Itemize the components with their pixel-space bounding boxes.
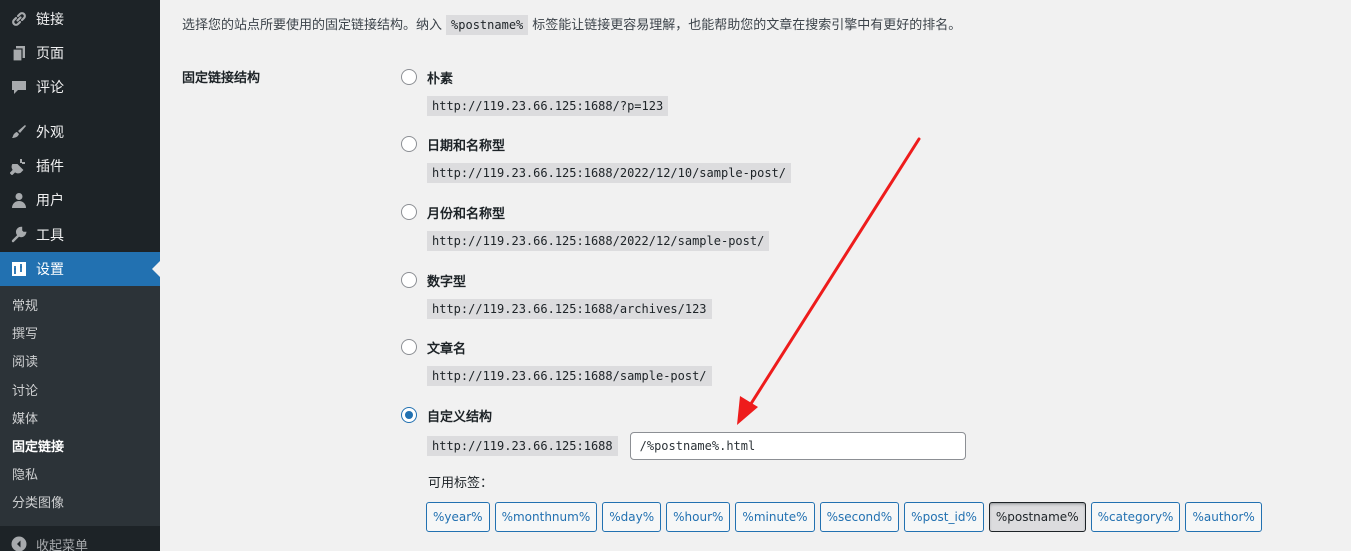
option-label: 文章名: [427, 341, 467, 357]
tag-button-year[interactable]: %year%: [426, 502, 490, 532]
option-url-example: http://119.23.66.125:1688/2022/12/10/sam…: [427, 163, 792, 183]
tag-button-day[interactable]: %day%: [602, 502, 662, 532]
menu-item-label: 用户: [36, 193, 64, 209]
available-tags-list: %year% %monthnum% %day% %hour% %minute% …: [426, 502, 1267, 532]
collapse-arrow-icon: [11, 536, 27, 551]
menu-item-tools[interactable]: 工具: [0, 218, 160, 252]
menu-item-appearance[interactable]: 外观: [0, 115, 160, 149]
option-post-name: 文章名 http://119.23.66.125:1688/sample-pos…: [401, 337, 712, 386]
option-custom-structure: 自定义结构: [401, 405, 492, 425]
tag-button-post-id[interactable]: %post_id%: [904, 502, 984, 532]
menu-item-label: 评论: [36, 80, 64, 96]
submenu-item-category-images[interactable]: 分类图像: [12, 490, 64, 518]
menu-item-users[interactable]: 用户: [0, 183, 160, 217]
settings-icon: [9, 259, 29, 279]
custom-structure-input[interactable]: [629, 432, 966, 460]
tag-button-second[interactable]: %second%: [819, 502, 900, 532]
option-url-example: http://119.23.66.125:1688/sample-post/: [427, 366, 712, 386]
brush-icon: [9, 122, 29, 142]
submenu-item-permalinks[interactable]: 固定链接: [12, 434, 64, 462]
collapse-menu-label: 收起菜单: [36, 538, 89, 551]
option-plain: 朴素 http://119.23.66.125:1688/?p=123: [401, 67, 669, 116]
option-label: 朴素: [427, 71, 454, 87]
option-url-example: http://119.23.66.125:1688/?p=123: [427, 96, 669, 116]
permalink-structure-label: 固定链接结构: [182, 71, 261, 86]
menu-item-pages[interactable]: 页面: [0, 36, 160, 70]
user-icon: [9, 190, 29, 210]
submenu-item-privacy[interactable]: 隐私: [12, 462, 38, 490]
radio-numeric[interactable]: [401, 272, 417, 288]
tag-button-postname[interactable]: %postname%: [988, 502, 1086, 532]
option-label: 日期和名称型: [427, 138, 506, 154]
option-label: 月份和名称型: [427, 206, 506, 222]
option-label: 自定义结构: [427, 409, 493, 425]
option-url-example: http://119.23.66.125:1688/archives/123: [427, 299, 712, 319]
option-day-and-name: 日期和名称型 http://119.23.66.125:1688/2022/12…: [401, 134, 792, 183]
menu-item-label: 工具: [36, 228, 64, 244]
menu-item-label: 页面: [36, 46, 64, 62]
tag-button-minute[interactable]: %minute%: [735, 502, 815, 532]
radio-custom-structure[interactable]: [401, 407, 417, 423]
submenu-item-discussion[interactable]: 讨论: [12, 378, 38, 406]
submenu-item-media[interactable]: 媒体: [12, 406, 38, 434]
link-icon: [9, 9, 29, 29]
tag-button-monthnum[interactable]: %monthnum%: [494, 502, 598, 532]
intro-text-before: 选择您的站点所要使用的固定链接结构。纳入: [182, 18, 443, 33]
menu-item-settings[interactable]: 设置: [0, 252, 160, 286]
radio-day-and-name[interactable]: [401, 136, 417, 152]
custom-structure-row: http://119.23.66.125:1688: [427, 432, 966, 460]
wrench-icon: [9, 225, 29, 245]
submenu-item-general[interactable]: 常规: [12, 293, 38, 321]
available-tags-label: 可用标签：: [428, 476, 494, 491]
intro-postname-code: %postname%: [446, 15, 529, 35]
radio-month-and-name[interactable]: [401, 204, 417, 220]
tag-button-author[interactable]: %author%: [1185, 502, 1262, 532]
page-icon: [9, 43, 29, 63]
menu-item-plugins[interactable]: 插件: [0, 149, 160, 183]
submenu-item-writing[interactable]: 撰写: [12, 321, 38, 349]
tag-button-category[interactable]: %category%: [1090, 502, 1181, 532]
tag-button-hour[interactable]: %hour%: [666, 502, 731, 532]
radio-plain[interactable]: [401, 69, 417, 85]
option-numeric: 数字型 http://119.23.66.125:1688/archives/1…: [401, 270, 712, 319]
option-url-example: http://119.23.66.125:1688/2022/12/sample…: [427, 231, 770, 251]
intro-text: 选择您的站点所要使用的固定链接结构。纳入 %postname% 标签能让链接更容易理…: [182, 14, 962, 35]
menu-item-label: 插件: [36, 159, 64, 175]
comment-icon: [9, 77, 29, 97]
radio-post-name[interactable]: [401, 339, 417, 355]
menu-item-label: 外观: [36, 125, 64, 141]
custom-structure-base-url: http://119.23.66.125:1688: [427, 436, 618, 456]
intro-text-after: 标签能让链接更容易理解，也能帮助您的文章在搜索引擎中有更好的排名。: [532, 18, 962, 33]
menu-item-label: 链接: [36, 12, 64, 28]
menu-item-comments[interactable]: 评论: [0, 70, 160, 104]
submenu-item-reading[interactable]: 阅读: [12, 349, 38, 377]
menu-item-links[interactable]: 链接: [0, 2, 160, 36]
option-label: 数字型: [427, 274, 467, 290]
menu-item-label: 设置: [36, 262, 64, 278]
option-month-and-name: 月份和名称型 http://119.23.66.125:1688/2022/12…: [401, 202, 770, 251]
plugin-icon: [9, 156, 29, 176]
admin-sidebar: 链接 页面 评论 外观 插件 用户 工具 设置 常规 撰写 阅读 讨论 媒体 固…: [0, 0, 160, 551]
collapse-menu-button[interactable]: 收起菜单: [0, 529, 160, 551]
permalink-settings-main: 选择您的站点所要使用的固定链接结构。纳入 %postname% 标签能让链接更容易理…: [160, 0, 1351, 551]
settings-submenu: 常规 撰写 阅读 讨论 媒体 固定链接 隐私 分类图像: [0, 286, 160, 526]
